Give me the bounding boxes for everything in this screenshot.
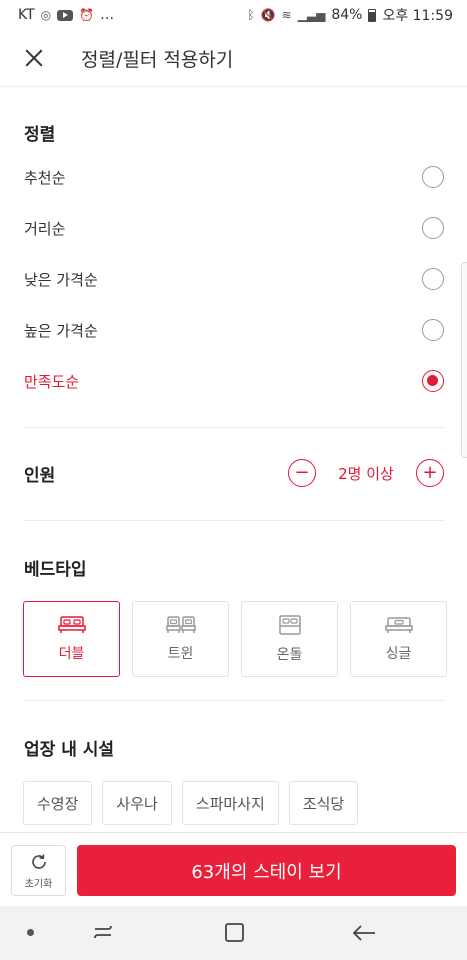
- instagram-icon: ◎: [40, 8, 52, 22]
- bed-type-label: 온돌: [276, 647, 303, 663]
- sort-option-distance[interactable]: 거리순: [0, 206, 467, 250]
- battery-icon: [368, 8, 377, 22]
- status-time: 오후 11:59: [382, 8, 453, 24]
- bed-type-twin[interactable]: 트윈: [132, 601, 229, 677]
- system-nav-bar: [0, 906, 467, 960]
- sort-option-label: 만족도순: [24, 372, 80, 391]
- twin-bed-icon: [165, 616, 196, 633]
- recent-apps-icon[interactable]: [88, 920, 118, 946]
- home-icon[interactable]: [219, 920, 249, 946]
- filter-content[interactable]: 정렬 추천순 거리순 낮은 가격순 높은 가격순 만족도순 인원 − 2명 이상…: [0, 87, 467, 832]
- apply-filter-button[interactable]: 63개의 스테이 보기: [77, 845, 456, 896]
- scrollbar[interactable]: [461, 262, 467, 458]
- signal-icon: ▁▃▅: [297, 8, 326, 22]
- sort-option-recommended[interactable]: 추천순: [0, 155, 467, 199]
- people-value: 2명 이상: [338, 464, 394, 483]
- reset-button[interactable]: 초기화: [11, 845, 66, 896]
- radio-button-checked[interactable]: [422, 370, 444, 392]
- sort-option-price-high[interactable]: 높은 가격순: [0, 308, 467, 352]
- youtube-icon: [57, 9, 74, 21]
- facility-chip-spa[interactable]: 스파마사지: [181, 781, 279, 825]
- bed-type-label: 싱글: [385, 646, 412, 662]
- bed-type-label: 더블: [58, 646, 85, 662]
- facility-chip-pool[interactable]: 수영장: [23, 781, 93, 825]
- sort-option-price-low[interactable]: 낮은 가격순: [0, 257, 467, 301]
- ondol-icon: [278, 615, 301, 635]
- sort-option-label: 낮은 가격순: [24, 270, 98, 289]
- reset-label: 초기화: [24, 878, 53, 890]
- divider: [24, 427, 444, 428]
- nav-dot-icon: [27, 929, 34, 936]
- sort-option-label: 거리순: [24, 219, 66, 238]
- status-bar: KT ◎ ⏰ … ᛒ 🔇 ≋ ▁▃▅ 84% 오후 11:59: [0, 0, 467, 30]
- battery-percent: 84%: [331, 7, 363, 23]
- back-icon[interactable]: [349, 920, 379, 946]
- bed-type-ondol[interactable]: 온돌: [241, 601, 338, 677]
- radio-button[interactable]: [422, 217, 444, 239]
- mute-icon: 🔇: [260, 8, 276, 22]
- sort-option-label: 추천순: [24, 168, 66, 187]
- bed-type-grid: 더블 트윈 온돌 싱글: [23, 601, 447, 677]
- radio-button[interactable]: [422, 319, 444, 341]
- facilities-section-title: 업장 내 시설: [24, 740, 115, 760]
- divider: [24, 520, 444, 521]
- minus-button[interactable]: −: [288, 459, 316, 487]
- sort-option-label: 높은 가격순: [24, 321, 98, 340]
- bed-type-section-title: 베드타입: [24, 560, 87, 580]
- page-title: 정렬/필터 적용하기: [81, 48, 234, 71]
- sort-option-satisfaction[interactable]: 만족도순: [0, 359, 467, 403]
- bed-type-label: 트윈: [167, 646, 194, 662]
- bed-type-double[interactable]: 더블: [23, 601, 120, 677]
- facilities-chips: 수영장 사우나 스파마사지 조식당: [23, 781, 359, 825]
- facility-chip-breakfast[interactable]: 조식당: [288, 781, 359, 825]
- refresh-icon: [31, 853, 46, 869]
- carrier-label: KT: [18, 7, 35, 23]
- close-icon[interactable]: [14, 38, 54, 78]
- bottom-action-bar: 초기화 63개의 스테이 보기: [0, 832, 467, 906]
- people-stepper: − 2명 이상 +: [288, 459, 444, 487]
- people-section-title: 인원: [24, 465, 56, 486]
- page-header: 정렬/필터 적용하기: [0, 30, 467, 87]
- facility-chip-sauna[interactable]: 사우나: [102, 781, 172, 825]
- bed-type-single[interactable]: 싱글: [350, 601, 447, 677]
- radio-button[interactable]: [422, 268, 444, 290]
- double-bed-icon: [57, 616, 86, 633]
- people-row: 인원 − 2명 이상 +: [0, 449, 467, 497]
- wifi-icon: ≋: [281, 8, 292, 22]
- alarm-icon: ⏰: [79, 8, 95, 22]
- sort-section-title: 정렬: [24, 125, 56, 145]
- radio-button[interactable]: [422, 166, 444, 188]
- bluetooth-icon: ᛒ: [247, 8, 255, 22]
- more-notifications-label: …: [100, 7, 115, 23]
- plus-button[interactable]: +: [416, 459, 444, 487]
- divider: [24, 700, 444, 701]
- single-bed-icon: [384, 617, 413, 633]
